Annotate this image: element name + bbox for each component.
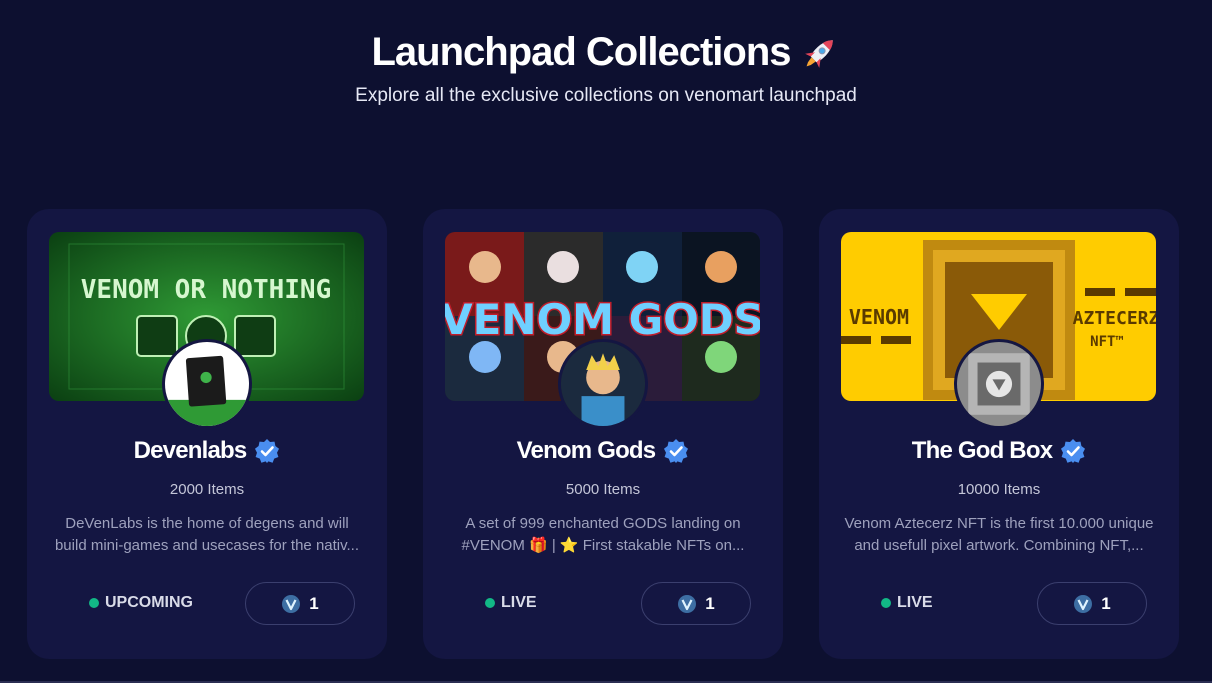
collection-avatar[interactable] [954, 339, 1044, 429]
collection-card[interactable]: VENOM GODS Venom Gods 5000 Items A set o… [423, 209, 783, 659]
item-count: 10000 Items [957, 481, 1041, 498]
collection-description: A set of 999 enchanted GODS landing on #… [461, 515, 745, 554]
venom-v-icon [282, 594, 301, 613]
collection-name-row: Venom Gods [423, 437, 783, 465]
title-wrap: Launchpad Collections [371, 30, 840, 75]
item-count: 2000 Items [169, 481, 245, 498]
status-label: LIVE [897, 594, 933, 611]
verified-badge-icon [1061, 439, 1086, 463]
status-dot-icon [89, 598, 99, 608]
collection-description: Venom Aztecerz NFT is the first 10.000 u… [844, 515, 1154, 554]
verified-badge-icon [255, 439, 280, 463]
item-count: 5000 Items [565, 481, 641, 498]
status-badge: UPCOMING [89, 594, 193, 612]
collection-avatar[interactable] [558, 339, 648, 429]
collection-name[interactable]: Devenlabs [134, 437, 248, 465]
collection-description: DeVenLabs is the home of degens and will… [54, 515, 360, 554]
collection-avatar[interactable] [162, 339, 252, 429]
collection-name-row: Devenlabs [27, 437, 387, 465]
banner-text-left: VENOM [849, 305, 909, 329]
venom-v-icon [678, 594, 697, 613]
collection-name-row: The God Box [819, 437, 1179, 465]
mint-price-button[interactable]: 1 [1037, 582, 1147, 625]
collection-name[interactable]: The God Box [912, 437, 1053, 465]
collections-grid: VENOM OR NOTHING Devenlabs 2000 Items De… [27, 209, 1179, 659]
mint-price-button[interactable]: 1 [245, 582, 355, 625]
price-value: 1 [705, 593, 715, 613]
price-value: 1 [1101, 593, 1111, 613]
status-label: LIVE [501, 594, 537, 611]
price-value: 1 [309, 593, 319, 613]
banner-text: VENOM GODS [445, 295, 760, 344]
banner-text: VENOM OR NOTHING [81, 275, 331, 305]
page-header: Launchpad Collections Explore all the ex… [0, 0, 1212, 107]
page-title: Launchpad Collections [371, 30, 791, 74]
verified-badge-icon [664, 439, 689, 463]
mint-price-button[interactable]: 1 [641, 582, 751, 625]
venom-v-icon [1074, 594, 1093, 613]
page-subtitle: Explore all the exclusive collections on… [355, 85, 857, 106]
status-label: UPCOMING [105, 594, 193, 611]
status-dot-icon [881, 598, 891, 608]
collection-card[interactable]: VENOM OR NOTHING Devenlabs 2000 Items De… [27, 209, 387, 659]
status-badge: LIVE [881, 594, 933, 612]
rocket-icon [804, 39, 833, 68]
banner-text-right: AZTECERZ [1073, 308, 1156, 329]
status-badge: LIVE [485, 594, 537, 612]
status-dot-icon [485, 598, 495, 608]
collection-card[interactable]: VENOM AZTECERZ NFT™ The God Box 10000 It… [819, 209, 1179, 659]
banner-text-sub: NFT™ [1090, 334, 1124, 350]
collection-name[interactable]: Venom Gods [517, 437, 657, 465]
